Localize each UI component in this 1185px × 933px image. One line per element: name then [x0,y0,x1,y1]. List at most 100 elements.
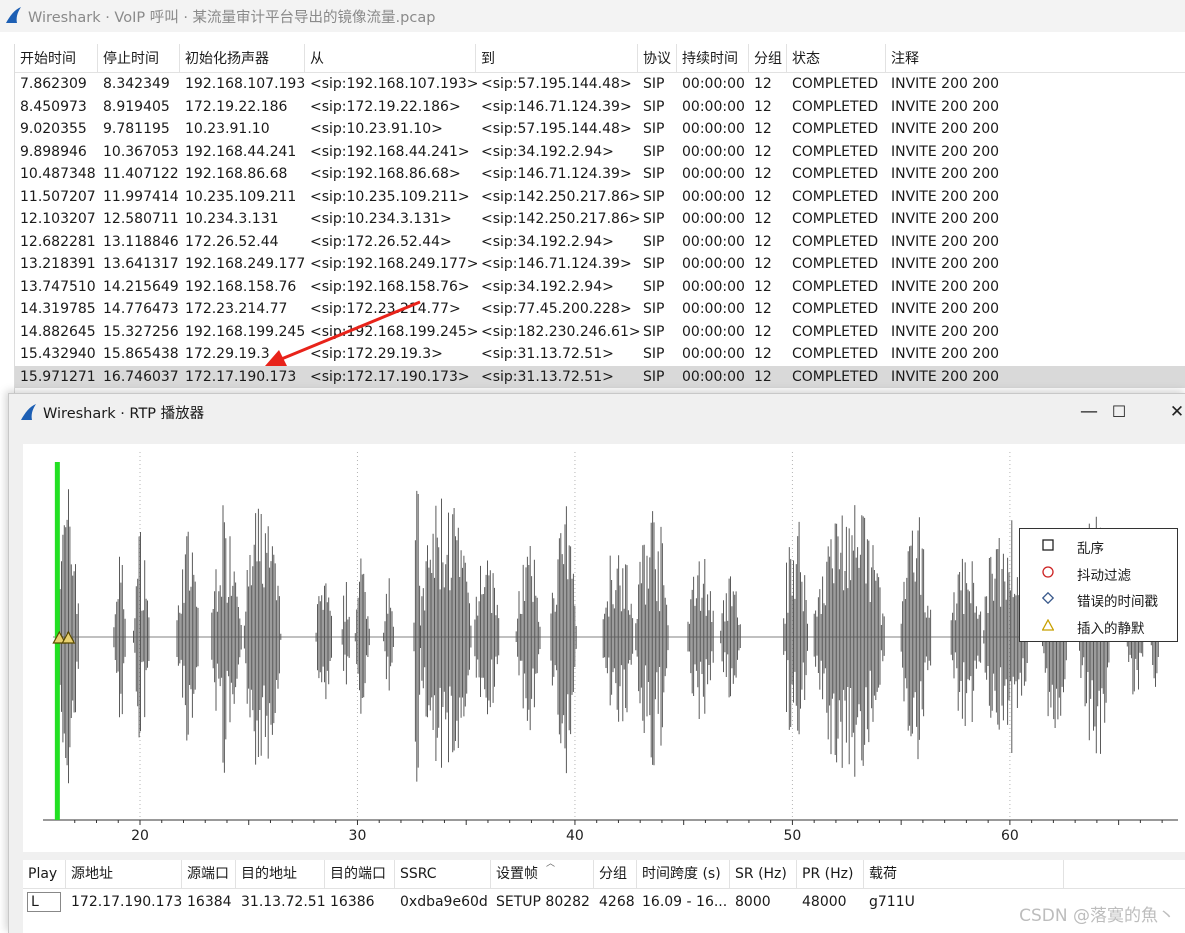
wireshark-fin-icon [21,404,36,420]
table-cell: SIP [643,368,665,385]
calls-column-header[interactable]: 持续时间 [677,44,749,72]
calls-column-header[interactable]: 分组 [749,44,787,72]
table-row[interactable]: 12.682281 13.118846 172.26.52.44 <sip:172.2… [15,231,1185,254]
table-row[interactable]: 13.218391 13.641317 192.168.249.177 <sip:19… [15,253,1185,276]
rtp-streams-table: Play 源地址 源端口 目的地址 目的端口 SSRC 设置帧 分组 时间跨度 (s) SR (H… [23,859,1185,933]
table-cell: SIP [643,166,665,182]
table-row[interactable]: 14.882645 15.327256 192.168.199.245 <sip:19… [15,321,1185,344]
table-cell: SIP [643,211,665,227]
table-cell: 192.168.158.76 [185,278,297,295]
close-button[interactable]: ✕ [1157,398,1185,426]
table-cell: 9.898946 [20,143,87,160]
table-cell: 00:00:00 [682,121,745,137]
legend-label: 抖动过滤 [1077,567,1131,584]
table-cell: COMPLETED [792,98,879,115]
stream-row[interactable]: L 172.17.190.173 16384 31.13.72.51 16386 0xdb… [23,860,1185,933]
table-cell: INVITE 200 200 [891,301,1000,317]
waveform-burst [315,583,332,700]
waveform-burst [900,517,932,760]
table-cell: 10.367053 [103,143,179,160]
waveform-burst [602,555,634,722]
x-tick-label: 20 [131,828,149,844]
table-cell: <sip:192.168.86.68> [310,166,461,182]
table-cell: 12 [754,368,772,385]
table-cell: <sip:57.195.144.48> [481,76,632,92]
calls-column-header[interactable]: 从 [305,44,476,72]
table-row[interactable]: 11.507207 11.997414 10.235.109.211 <sip:10.… [15,186,1185,209]
calls-column-header[interactable]: 注释 [886,44,1185,72]
table-cell: <sip:10.234.3.131> [310,211,452,227]
table-cell: <sip:172.26.52.44> [310,233,452,250]
calls-column-header[interactable]: 状态 [787,44,886,72]
table-cell: SIP [643,346,665,362]
table-cell: COMPLETED [792,76,879,92]
table-cell: COMPLETED [792,121,879,137]
table-cell: SIP [643,121,665,137]
waveform-graph[interactable]: 20 30 40 50 60 乱序 抖动过滤 错误的时间戳 插入的静默 [23,444,1185,852]
table-cell: <sip:146.71.124.39> [481,98,632,115]
stream-cell: 16384 [187,894,232,910]
table-cell: 12 [754,323,772,340]
table-cell: 15.327256 [103,323,179,340]
table-row[interactable]: 15.432940 15.865438 172.29.19.3 <sip:172.29… [15,343,1185,366]
calls-table-body: 7.862309 8.342349 192.168.107.193 <sip:192.… [15,73,1185,395]
table-cell: <sip:10.23.91.10> [310,121,443,137]
table-cell: INVITE 200 200 [891,76,1000,92]
table-cell: 8.450973 [20,98,87,115]
table-cell: COMPLETED [792,323,879,340]
table-cell: <sip:172.19.22.186> [310,98,461,115]
table-cell: 12.103207 [20,211,96,227]
table-cell: COMPLETED [792,278,879,295]
table-row[interactable]: 13.747510 14.215649 192.168.158.76 <sip:192… [15,276,1185,299]
table-cell: 15.971271 [20,368,96,385]
table-cell: INVITE 200 200 [891,121,1000,137]
table-row[interactable]: 15.971271 16.746037 172.17.190.173 <sip:172… [15,365,1185,388]
table-cell: COMPLETED [792,368,879,385]
legend-item: 插入的静默 [1020,613,1177,639]
table-row[interactable]: 14.319785 14.776473 172.23.214.77 <sip:172.… [15,298,1185,321]
table-row[interactable]: 8.450973 8.919405 172.19.22.186 <sip:172.19… [15,96,1185,119]
table-cell: 14.882645 [20,323,96,340]
table-cell: <sip:142.250.217.86> [481,211,641,227]
voip-calls-window: Wireshark · VoIP 呼叫 · 某流量审计平台导出的镜像流量.pca… [0,0,1185,400]
table-cell: SIP [643,278,665,295]
calls-column-header[interactable]: 协议 [638,44,677,72]
legend-item: 乱序 [1020,533,1177,559]
calls-table-header: 开始时间 停止时间 初始化扬声器从到协议 持续时间 分组 状态 注释 [15,44,1185,73]
table-cell: 00:00:00 [682,233,745,250]
maximize-button[interactable]: ☐ [1099,398,1139,426]
table-row[interactable]: 7.862309 8.342349 192.168.107.193 <sip:192.… [15,73,1185,96]
calls-column-header[interactable]: 初始化扬声器 [180,44,305,72]
waveform-burst [176,531,199,741]
table-row[interactable]: 9.898946 10.367053 192.168.44.241 <sip:192.… [15,141,1185,164]
table-cell: 12 [754,256,772,272]
stream-cell: 0xdba9e60d [400,894,488,910]
table-cell: 8.342349 [103,76,170,92]
calls-column-header[interactable]: 停止时间 [98,44,180,72]
waveform-burst [687,559,714,719]
waveform-svg[interactable]: 20 30 40 50 60 [23,444,1185,852]
table-cell: <sip:31.13.72.51> [481,346,614,362]
play-channel-field[interactable]: L [27,892,61,912]
voip-titlebar[interactable]: Wireshark · VoIP 呼叫 · 某流量审计平台导出的镜像流量.pca… [0,0,1185,32]
table-cell: INVITE 200 200 [891,278,1000,295]
table-row[interactable]: 10.487348 11.407122 192.168.86.68 <sip:192.… [15,163,1185,186]
rtp-titlebar[interactable]: Wireshark · RTP 播放器 — ☐ ✕ [9,394,1185,430]
table-cell: COMPLETED [792,211,879,227]
table-row[interactable]: 9.020355 9.781195 10.23.91.10 <sip:10.23.91… [15,118,1185,141]
stream-cell: 8000 [735,894,771,910]
table-cell: SIP [643,98,665,115]
calls-column-header[interactable]: 到 [476,44,638,72]
voip-window-title: Wireshark · VoIP 呼叫 · 某流量审计平台导出的镜像流量.pca… [28,10,436,26]
table-cell: <sip:31.13.72.51> [481,368,614,385]
table-row[interactable]: 12.103207 12.580711 10.234.3.131 <sip:10.23… [15,208,1185,231]
table-cell: INVITE 200 200 [891,233,1000,250]
table-cell: 00:00:00 [682,143,745,160]
waveform-burst [550,506,577,774]
stream-cell: 48000 [802,894,847,910]
table-cell: <sip:34.192.2.94> [481,233,614,250]
table-cell: 11.407122 [103,166,179,182]
calls-column-header[interactable]: 开始时间 [15,44,98,72]
table-cell: 15.865438 [103,346,179,362]
table-cell: 12 [754,143,772,160]
